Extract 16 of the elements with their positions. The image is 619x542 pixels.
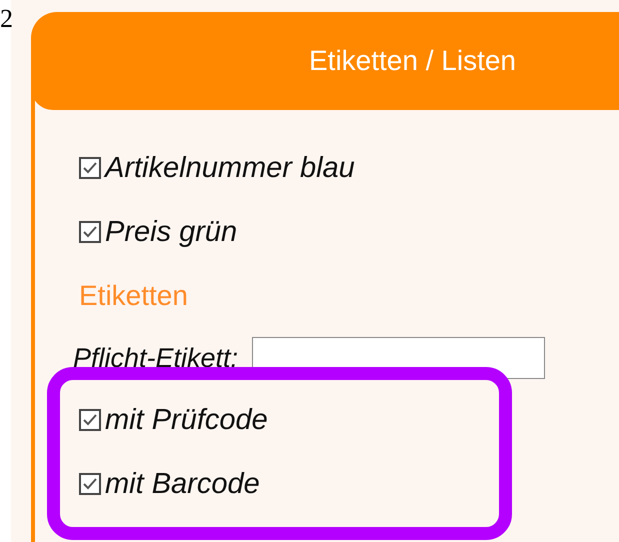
checkmark-icon [82, 413, 98, 427]
checkbox-label: mit Barcode [105, 468, 260, 500]
checkbox[interactable] [79, 221, 101, 243]
checkmark-icon [82, 477, 98, 491]
checkbox-label: Preis grün [105, 216, 238, 248]
page-number: 2 [0, 4, 13, 34]
checkbox[interactable] [79, 409, 101, 431]
checkmark-icon [82, 225, 98, 239]
panel-title: Etiketten / Listen [309, 45, 516, 77]
section-heading: Etiketten [79, 279, 189, 313]
field-label: Pflicht-Etikett: [73, 342, 238, 374]
checkbox-label: Artikelnummer blau [105, 152, 355, 184]
checkmark-icon [82, 161, 98, 175]
checkbox[interactable] [79, 473, 101, 495]
checkbox[interactable] [79, 157, 101, 179]
checkbox-label: mit Prüfcode [105, 404, 268, 436]
